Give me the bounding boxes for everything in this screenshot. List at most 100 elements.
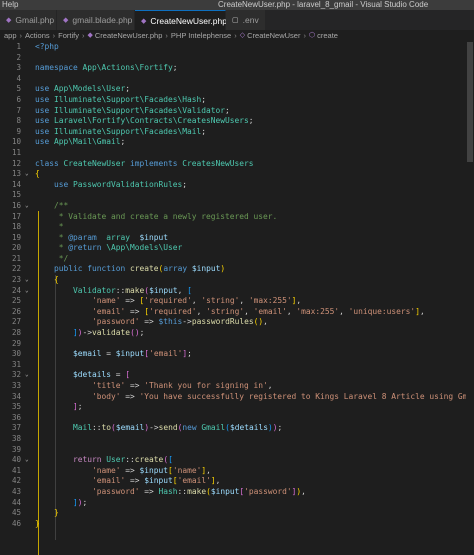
code-line[interactable]: 41 'name' => $input['name'], — [0, 466, 474, 477]
code-line[interactable]: 32 ⌄ $details = [ — [0, 370, 474, 381]
code-line[interactable]: 2 — [0, 53, 474, 64]
breadcrumb-item[interactable]: Fortify — [58, 30, 79, 42]
code-token: <?php — [35, 42, 59, 51]
code-line[interactable]: 28 ])->validate(); — [0, 328, 474, 339]
code-line[interactable]: 35 ]; — [0, 402, 474, 413]
line-number: 21 — [11, 253, 21, 263]
code-token: 'max:255' — [248, 296, 292, 306]
code-token: passwordRules — [191, 317, 254, 327]
code-line[interactable]: 39 — [0, 445, 474, 456]
code-token: :: — [92, 423, 102, 433]
code-line[interactable]: 4 — [0, 74, 474, 85]
code-token: create — [130, 264, 159, 274]
code-line[interactable]: 43 'password' => Hash::make($input['pass… — [0, 487, 474, 498]
tab-gmail-php[interactable]: ◆ Gmail.php — [0, 10, 57, 30]
breadcrumb-item[interactable]: CreateNewUser — [247, 30, 300, 42]
code-text: public function create(array $input) — [35, 264, 225, 275]
code-line[interactable]: 3 namespace App\Actions\Fortify; — [0, 63, 474, 74]
code-line[interactable]: 44 ]); — [0, 498, 474, 509]
code-text: $details = [ — [35, 370, 130, 381]
code-line[interactable]: 37 Mail::to($email)->send(new Gmail($det… — [0, 423, 474, 434]
code-line[interactable]: 18 * — [0, 222, 474, 233]
chevron-right-icon: › — [81, 31, 85, 40]
code-text: 'email' => ['required', 'string', 'email… — [35, 307, 425, 318]
code-line[interactable]: 24 ⌄ Validator::make($input, [ — [0, 286, 474, 297]
code-line[interactable]: 36 — [0, 413, 474, 424]
breadcrumb-item[interactable]: app — [4, 30, 17, 42]
code-token: $email — [35, 349, 102, 359]
code-token: CreateNewUser — [63, 158, 131, 168]
line-number: 1 — [16, 42, 21, 51]
code-line[interactable]: 6 use Illuminate\Support\Facades\Hash; — [0, 95, 474, 106]
code-line[interactable]: 5 use App\Models\User; — [0, 84, 474, 95]
code-line[interactable]: 21 */ — [0, 254, 474, 265]
code-line[interactable]: 23 ⌄ { — [0, 275, 474, 286]
code-line[interactable]: 40 ⌄ return User::create([ — [0, 455, 474, 466]
chevron-right-icon: › — [19, 31, 23, 40]
code-text: } — [35, 519, 40, 530]
line-number: 40 — [11, 455, 21, 465]
line-number: 25 — [11, 296, 21, 306]
code-line[interactable]: 22 public function create(array $input) — [0, 264, 474, 275]
code-line[interactable]: 16 ⌄ /** — [0, 201, 474, 212]
code-line[interactable]: 12 class CreateNewUser implements Creates… — [0, 159, 474, 170]
code-line[interactable]: 45 } — [0, 508, 474, 519]
code-token: -> — [149, 423, 159, 433]
line-number: 5 — [16, 84, 21, 94]
code-line[interactable]: 31 — [0, 360, 474, 371]
code-line[interactable]: 13 ⌄ { — [0, 169, 474, 180]
code-line[interactable]: 14 use PasswordValidationRules; — [0, 180, 474, 191]
code-line[interactable]: 27 'password' => $this->passwordRules(), — [0, 317, 474, 328]
code-line[interactable]: 9 use Illuminate\Support\Facades\Mail; — [0, 127, 474, 138]
code-line[interactable]: 20 * @return \App\Models\User — [0, 243, 474, 254]
code-line[interactable]: 19 * @param array $input — [0, 233, 474, 244]
fold-chevron-icon[interactable]: ⌄ — [25, 201, 29, 212]
tab--env[interactable]: ▢ .env — [226, 10, 266, 30]
line-number: 18 — [11, 222, 21, 232]
fold-chevron-icon[interactable]: ⌄ — [25, 370, 29, 381]
code-line[interactable]: 46} — [0, 519, 474, 530]
code-line[interactable]: 30 $email = $input['email']; — [0, 349, 474, 360]
code-token: $input — [115, 349, 145, 359]
line-number: 6 — [16, 94, 21, 104]
fold-chevron-icon[interactable]: ⌄ — [25, 169, 29, 180]
code-line[interactable]: 15 — [0, 190, 474, 201]
code-line[interactable]: 25 'name' => ['required', 'string', 'max… — [0, 296, 474, 307]
code-token: 'required' — [149, 306, 197, 316]
menu-help[interactable]: Help — [2, 0, 18, 10]
breadcrumb-item[interactable]: Actions — [25, 30, 50, 42]
code-line[interactable]: 34 'body' => 'You have successfully regi… — [0, 392, 474, 403]
code-token: array — [96, 232, 140, 242]
code-line[interactable]: 10 use App\Mail\Gmail; — [0, 137, 474, 148]
code-line[interactable]: 8 use Laravel\Fortify\Contracts\CreatesNe… — [0, 116, 474, 127]
code-line[interactable]: 29 — [0, 339, 474, 350]
code-token: 'email' — [35, 476, 126, 486]
breadcrumb-item[interactable]: PHP Intelephense — [171, 30, 231, 42]
line-number: 27 — [11, 317, 21, 327]
fold-chevron-icon[interactable]: ⌄ — [25, 275, 29, 286]
breadcrumb-item[interactable]: create — [317, 30, 338, 42]
code-token: validate — [92, 328, 131, 338]
tab-gmail-blade-php[interactable]: ◆ gmail.blade.php — [57, 10, 135, 30]
line-number: 41 — [11, 465, 21, 475]
code-line[interactable]: 42 'email' => $input['email'], — [0, 476, 474, 487]
code-editor[interactable]: 1 <?php 2 3 namespace App\Actions\Fortify; 4 5… — [0, 42, 474, 555]
code-token: $this — [158, 317, 183, 327]
breadcrumb-item[interactable]: CreateNewUser.php — [95, 30, 163, 42]
code-token: use — [35, 137, 55, 147]
code-line[interactable]: 1 <?php — [0, 42, 474, 53]
tab-createnewuser-php[interactable]: ◆CreateNewUser.php× — [135, 10, 238, 30]
code-line[interactable]: 17 * Validate and create a newly registe… — [0, 212, 474, 223]
tab-label: CreateNewUser.php — [150, 15, 227, 26]
code-line[interactable]: 7 use Illuminate\Support\Facades\Validato… — [0, 106, 474, 117]
code-text: * — [35, 222, 64, 233]
fold-chevron-icon[interactable]: ⌄ — [25, 286, 29, 297]
code-line[interactable]: 11 — [0, 148, 474, 159]
vertical-scrollbar[interactable] — [466, 42, 474, 505]
code-line[interactable]: 26 'email' => ['required', 'string', 'em… — [0, 307, 474, 318]
scrollbar-thumb[interactable] — [467, 42, 473, 162]
fold-chevron-icon[interactable]: ⌄ — [25, 455, 29, 466]
code-token: ; — [172, 63, 178, 73]
code-line[interactable]: 38 — [0, 434, 474, 445]
code-line[interactable]: 33 'title' => 'Thank you for signing in'… — [0, 381, 474, 392]
